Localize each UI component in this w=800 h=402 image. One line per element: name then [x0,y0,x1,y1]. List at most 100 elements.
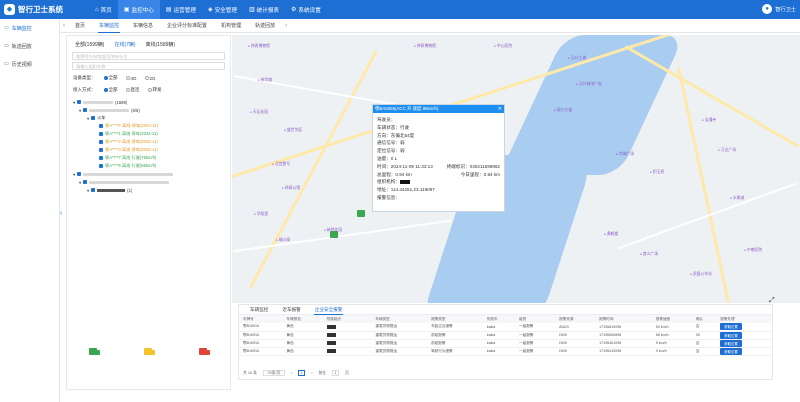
vehicle-search-input[interactable]: 车牌号/VIN/车架号/SIM卡号 [72,52,225,60]
checkbox-icon [99,156,103,160]
tree-vehicle-5[interactable]: 鄂A****5 离线 行驶(86km/h) [73,162,224,170]
close-icon[interactable]: ✕ [498,105,502,113]
checkbox-icon [99,124,103,128]
table-row[interactable]: 鄂B16916 黄色 重载货物载运 前碰报警 kaika 一级报警 DMS 171964610… [239,339,772,348]
tree-vehicle-2[interactable]: 鄂A****2 离线 停车(2024-11) [73,138,224,146]
sidebar-item-1[interactable]: ▭ 轨迹回放 [0,37,59,55]
get-location-button[interactable]: 获取位置 [720,339,742,347]
car-icon: ▭ [4,25,9,31]
map-poi[interactable]: 中南医院 [744,248,762,253]
tree-group[interactable]: ▾ (6/6) [73,106,224,114]
table-row[interactable]: 鄂B16916 黄色 重载货物载运 驾驶行为报警 kaika 一级报警 DMS 1719641… [239,347,772,356]
device_types-option-1[interactable]: 4G [125,76,137,81]
nav-item-0[interactable]: ⌂ 首页 [89,0,118,19]
tab-3[interactable]: 企业评分标准配置 [160,19,214,33]
access_types-option-1[interactable]: 直连 [125,87,140,93]
tab-5[interactable]: 轨迹回放 [248,19,282,33]
get-location-button[interactable]: 获取位置 [720,323,742,331]
sidebar-item-0[interactable]: ▭ 车辆监控 [0,19,59,37]
page-tabs: ‹ 首页 车辆监控 车辆信息 企业评分标准配置 机构管理 轨迹回放 › [60,19,800,33]
table-cell [362,331,372,340]
table-row[interactable]: 鄂B16916 黄色 重载货物载运 车距过近报警 kaika 一级报警 ADAS 171968… [239,323,772,332]
map-poi[interactable]: 汉口城市广场 [576,82,602,87]
org-search-input[interactable]: 请输入组织名称 [72,62,225,70]
tab-2[interactable]: 车辆信息 [126,19,160,33]
tab-1[interactable]: 车辆监控 [92,19,126,33]
map-poi[interactable]: 中心医院 [494,44,512,49]
nav-item-3[interactable]: ◈ 安全管理 [202,0,243,19]
alarm-tab-1[interactable]: 近车报警 [275,305,307,315]
prev-page-icon[interactable]: ‹ [291,371,292,375]
map-poi[interactable]: 水果湖 [730,196,744,201]
tree-vehicle-1[interactable]: 鄂A****1 离线 停车(2024-11) [73,130,224,138]
tab-scroll-right-icon[interactable]: › [282,23,290,29]
table-cell: 58 km/h [651,331,692,340]
sidebar-item-2[interactable]: ▭ 历史视频 [0,55,59,73]
map-poi[interactable]: 盛世华庭 [284,128,302,133]
map-poi[interactable]: 积玉桥 [650,170,664,175]
tab-0[interactable]: 首页 [68,19,92,33]
map-view[interactable]: 钟表博物馆 钟表博物馆 中心医院新华路 汉口江滩汉口城市广场天坛花园盛世华庭汉宫壹号钟… [232,35,800,303]
tree-vehicle-4[interactable]: 鄂A****7 离线 行驶(76km/h) [73,154,224,162]
map-poi[interactable]: 钟表公馆 [282,186,300,191]
nav-item-1[interactable]: ▣ 监控中心 [117,0,160,19]
tree-company[interactable]: ▾ (1599) [73,98,224,106]
operation-icon: ▤ [165,7,172,13]
total-mileage-field: 总里程：0.94 km [377,171,412,177]
tree-group-2[interactable]: ▾ [73,178,224,186]
map-poi[interactable]: 宝通寺 [702,118,716,123]
map-poi[interactable]: 银沙大道 [554,108,572,113]
device_types-option-2[interactable]: 2G [144,76,156,81]
get-location-button[interactable]: 获取位置 [720,331,742,339]
table-cell [362,347,372,356]
vehicle-marker-icon[interactable] [357,210,365,217]
checkbox-icon [83,180,88,184]
user-menu[interactable]: ● 智行卫士 [762,4,796,14]
map-poi[interactable]: 万达广场 [718,148,736,153]
alarm-tab-2[interactable]: 企业安全报警 [308,305,350,315]
map-poi[interactable]: 首义广场 [640,252,658,257]
map-poi[interactable]: 晴川阁 [276,238,290,243]
next-page-icon[interactable]: › [311,371,312,375]
map-poi[interactable]: 天坛花园 [250,110,268,115]
tree-vehicle-0[interactable]: 鄂A****F 离线 停车(2024-11) [73,122,224,130]
goto-page-input[interactable]: 1 [332,370,340,376]
tab-scroll-left-icon[interactable]: ‹ [60,23,68,29]
tree-subgroup[interactable]: ▾ 火车 [73,114,224,122]
tree-vehicle-3[interactable]: 鄂A****3 离线 停车(2024-11) [73,146,224,154]
get-location-button[interactable]: 获取位置 [720,347,742,355]
tree-company-2[interactable]: ▾ [73,170,224,178]
table-row[interactable]: 鄂B16916 黄色 重载货物载运 前碰报警 kaika 一级报警 DMS 171965608… [239,331,772,340]
goto-label: 前往 [318,370,327,375]
map-poi[interactable]: 汉宫壹号 [272,162,290,167]
tree-subgroup-2[interactable]: ▾ (1) [73,186,224,194]
filter-tab-1[interactable]: 在线(7辆) [114,41,135,48]
map-poi[interactable]: 新华路 [258,78,272,83]
nav-item-5[interactable]: ⚙ 系统设置 [285,0,327,19]
alarm-tab-0[interactable]: 车辆监控 [243,305,275,315]
nav-item-2[interactable]: ▤ 运营管理 [160,0,202,19]
checkbox-icon [99,132,103,136]
column-header: 报警来源 [555,315,596,323]
app-logo[interactable]: ◆ 智行卫士系统 [4,4,63,15]
map-poi[interactable]: 钟表博物馆 [414,44,436,49]
device_types-option-0[interactable]: 全部 [103,75,118,81]
map-poi[interactable]: 黄鹤楼 [604,232,618,237]
caret-down-icon: ▾ [87,115,90,121]
map-poi[interactable]: 新悦花园 [324,228,342,233]
access_types-option-2[interactable]: 转发 [147,87,162,93]
map-poi[interactable]: 武昌火车站 [690,272,712,277]
map-poi[interactable]: 华城广场 [616,152,634,157]
filter-tab-2[interactable]: 离线(1589辆) [146,41,175,48]
nav-item-4[interactable]: ▥ 统计报表 [243,0,285,19]
current-page[interactable]: 1 [298,370,306,376]
tab-4[interactable]: 机构管理 [214,19,248,33]
map-poi[interactable]: 华阳里 [254,212,268,217]
page-size-select[interactable]: 20条/页 [262,370,285,376]
map-poi[interactable]: 钟表博物馆 [248,44,270,49]
today-mileage-field: 今日里程：0.94 km [460,171,500,177]
access_types-option-0[interactable]: 全部 [103,87,118,93]
filter-tab-0[interactable]: 全部(1599辆) [75,41,104,48]
table-cell: 鄂B16916 [239,339,283,348]
map-poi[interactable]: 汉口江滩 [568,56,586,61]
